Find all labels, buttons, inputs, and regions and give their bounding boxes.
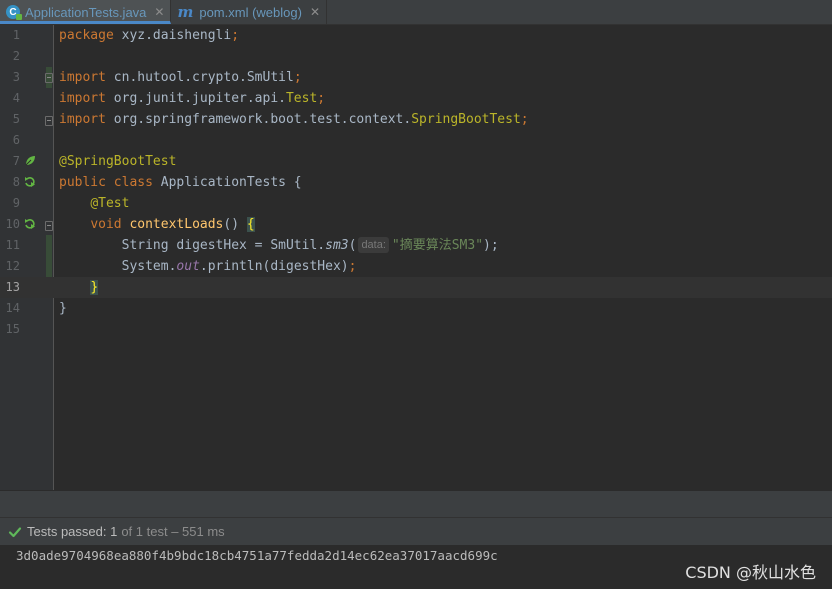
line-number: 11 — [5, 238, 20, 252]
line-number: 6 — [12, 133, 20, 147]
code-line: 2 — [0, 46, 832, 67]
tests-passed-label: Tests passed: 1 — [27, 524, 118, 539]
line-number: 10 — [5, 217, 20, 231]
line-number: 8 — [12, 175, 20, 189]
editor-tab-bar: C ApplicationTests.java ✕ m pom.xml (web… — [0, 0, 832, 25]
code-line-current: 13 } — [0, 277, 832, 298]
parameter-hint: data: — [358, 237, 389, 253]
output-text: 3d0ade9704968ea880f4b9bdc18cb4751a77fedd… — [16, 548, 498, 563]
java-class-icon: C — [6, 5, 22, 20]
line-number: 2 — [12, 49, 20, 63]
code-line: 7 @SpringBootTest — [0, 151, 832, 172]
line-number: 14 — [5, 301, 20, 315]
close-icon[interactable]: ✕ — [310, 5, 320, 19]
line-number: 9 — [12, 196, 20, 210]
watermark: CSDN @秋山水色 — [685, 563, 816, 582]
check-icon — [8, 526, 22, 537]
code-line: 9 @Test — [0, 193, 832, 214]
code-line: 3 import cn.hutool.crypto.SmUtil; — [0, 67, 832, 88]
tab-pom-xml[interactable]: m pom.xml (weblog) ✕ — [171, 0, 327, 24]
code-line: 6 — [0, 130, 832, 151]
line-number: 12 — [5, 259, 20, 273]
tab-label: ApplicationTests.java — [25, 4, 147, 20]
close-icon[interactable]: ✕ — [154, 5, 164, 19]
code-line: 15 — [0, 319, 832, 340]
tab-label: pom.xml (weblog) — [199, 4, 302, 20]
line-number: 5 — [12, 112, 20, 126]
panel-splitter[interactable] — [0, 490, 832, 517]
tab-application-tests[interactable]: C ApplicationTests.java ✕ — [0, 0, 172, 24]
line-number: 1 — [12, 28, 20, 42]
line-number: 4 — [12, 91, 20, 105]
line-number: 13 — [5, 280, 20, 294]
maven-icon: m — [177, 3, 194, 21]
tests-summary: of 1 test – 551 ms — [121, 524, 225, 539]
line-number: 15 — [5, 322, 20, 336]
code-line: 12 System.out.println(digestHex); — [0, 256, 832, 277]
line-number: 7 — [12, 154, 20, 168]
code-line: 11 String digestHex = SmUtil.sm3(data: "摘… — [0, 235, 832, 256]
code-line: 1 package xyz.daishengli; — [0, 25, 832, 46]
code-line: 10 void contextLoads() { — [0, 214, 832, 235]
code-line: 5 import org.springframework.boot.test.c… — [0, 109, 832, 130]
test-status-bar: Tests passed: 1 of 1 test – 551 ms — [0, 517, 832, 545]
code-editor[interactable]: 1 package xyz.daishengli; 2 3 import cn.… — [0, 25, 832, 490]
code-line: 14 } — [0, 298, 832, 319]
line-number: 3 — [12, 70, 20, 84]
console-output[interactable]: 3d0ade9704968ea880f4b9bdc18cb4751a77fedd… — [0, 545, 832, 589]
code-line: 8 public class ApplicationTests { — [0, 172, 832, 193]
code-line: 4 import org.junit.jupiter.api.Test; — [0, 88, 832, 109]
